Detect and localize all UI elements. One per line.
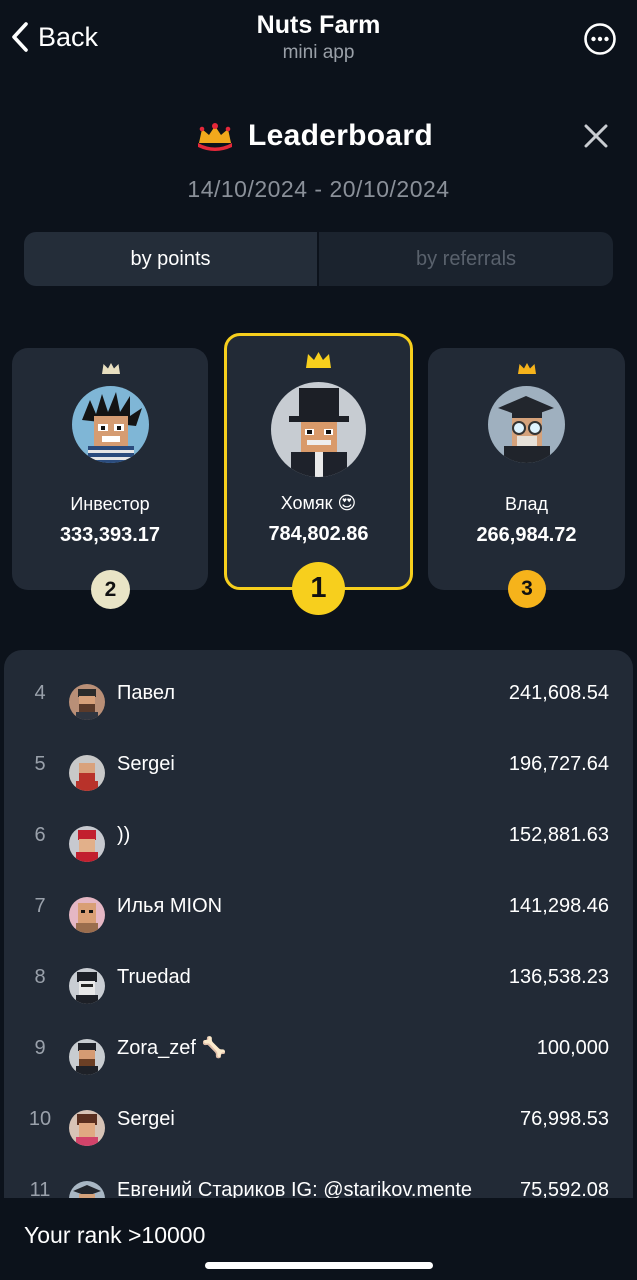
row-rank: 11 bbox=[29, 1179, 51, 1198]
your-rank: Your rank >10000 bbox=[24, 1222, 206, 1248]
podium-card-second[interactable]: Инвестор 333,393.17 2 bbox=[12, 348, 208, 609]
leaderboard-title: Leaderboard bbox=[248, 119, 434, 152]
avatar bbox=[69, 1039, 105, 1075]
home-indicator[interactable] bbox=[205, 1262, 433, 1269]
avatar bbox=[69, 968, 105, 1004]
app-subtitle: mini app bbox=[282, 42, 355, 63]
list-item[interactable]: 9 Zora_zef 🦴 100,000 bbox=[4, 1013, 633, 1084]
podium-card-third[interactable]: Влад 266,984.72 3 bbox=[428, 348, 625, 608]
podium-name: Влад bbox=[504, 494, 549, 514]
row-rank: 9 bbox=[34, 1037, 46, 1059]
row-rank: 7 bbox=[34, 895, 46, 917]
row-score: 75,592.08 bbox=[520, 1179, 609, 1198]
tab-by-points[interactable]: by points bbox=[24, 232, 317, 286]
avatar bbox=[271, 382, 366, 477]
rank-badge-second: 2 bbox=[91, 570, 130, 609]
leaderboard-list[interactable]: 4 Павел 241,608.54 5 Sergei 196,727.64 6… bbox=[4, 650, 633, 1198]
avatar bbox=[69, 755, 105, 791]
crown-icon bbox=[306, 352, 331, 368]
tab-by-referrals[interactable]: by referrals bbox=[319, 232, 613, 286]
row-name: Павел bbox=[117, 682, 176, 704]
podium-score: 784,802.86 bbox=[268, 523, 369, 545]
row-score: 141,298.46 bbox=[508, 895, 609, 917]
list-item[interactable]: 6 )) 152,881.63 bbox=[4, 800, 633, 871]
row-score: 100,000 bbox=[536, 1037, 609, 1059]
row-score: 196,727.64 bbox=[508, 753, 609, 775]
avatar bbox=[69, 1181, 105, 1198]
row-name: Евгений Стариков IG: @starikov.mente bbox=[117, 1179, 473, 1198]
app-title: Nuts Farm bbox=[256, 11, 381, 39]
avatar bbox=[72, 386, 149, 463]
crown-icon bbox=[102, 363, 120, 374]
crown-icon bbox=[518, 363, 536, 374]
rank-badge-first: 1 bbox=[292, 562, 345, 615]
list-item[interactable]: 11 Евгений Стариков IG: @starikov.mente … bbox=[4, 1155, 633, 1198]
podium-name: Хомяк 😍 bbox=[280, 493, 357, 513]
more-horizontal-circle-icon[interactable] bbox=[583, 22, 617, 56]
date-range: 14/10/2024 - 20/10/2024 bbox=[187, 176, 450, 202]
podium-name: Инвестор bbox=[70, 494, 150, 514]
row-name: Zora_zef 🦴 bbox=[117, 1037, 227, 1059]
row-name: Илья MION bbox=[117, 895, 223, 917]
avatar bbox=[69, 897, 105, 933]
row-name: )) bbox=[117, 824, 131, 846]
podium-score: 333,393.17 bbox=[59, 524, 161, 546]
row-rank: 6 bbox=[34, 824, 46, 846]
row-rank: 4 bbox=[34, 682, 46, 704]
podium-card-first[interactable]: Хомяк 😍 784,802.86 1 bbox=[224, 333, 413, 615]
list-item[interactable]: 8 Truedad 136,538.23 bbox=[4, 942, 633, 1013]
avatar bbox=[488, 386, 565, 463]
row-score: 136,538.23 bbox=[508, 966, 609, 988]
top-bar: Back Nuts Farm mini app bbox=[0, 0, 637, 80]
row-name: Truedad bbox=[117, 966, 191, 988]
row-rank: 5 bbox=[34, 753, 46, 775]
list-item[interactable]: 7 Илья MION 141,298.46 bbox=[4, 871, 633, 942]
row-rank: 10 bbox=[28, 1108, 52, 1130]
rank-badge-third: 3 bbox=[508, 570, 546, 608]
avatar bbox=[69, 826, 105, 862]
close-icon[interactable] bbox=[582, 122, 610, 150]
crown-logo-icon bbox=[198, 123, 232, 151]
row-name: Sergei bbox=[117, 753, 175, 775]
podium-score: 266,984.72 bbox=[476, 524, 577, 546]
list-item[interactable]: 4 Павел 241,608.54 bbox=[4, 658, 633, 729]
row-score: 241,608.54 bbox=[508, 682, 609, 704]
leaderboard-title-group: Leaderboard bbox=[196, 112, 433, 160]
list-item[interactable]: 10 Sergei 76,998.53 bbox=[4, 1084, 633, 1155]
leaderboard-header: Leaderboard bbox=[0, 112, 637, 160]
avatar bbox=[69, 1110, 105, 1146]
row-name: Sergei bbox=[117, 1108, 175, 1130]
ranking-type-tabs: by points by referrals bbox=[24, 232, 613, 286]
row-rank: 8 bbox=[34, 966, 46, 988]
avatar bbox=[69, 684, 105, 720]
row-score: 152,881.63 bbox=[508, 824, 609, 846]
list-item[interactable]: 5 Sergei 196,727.64 bbox=[4, 729, 633, 800]
row-score: 76,998.53 bbox=[520, 1108, 609, 1130]
